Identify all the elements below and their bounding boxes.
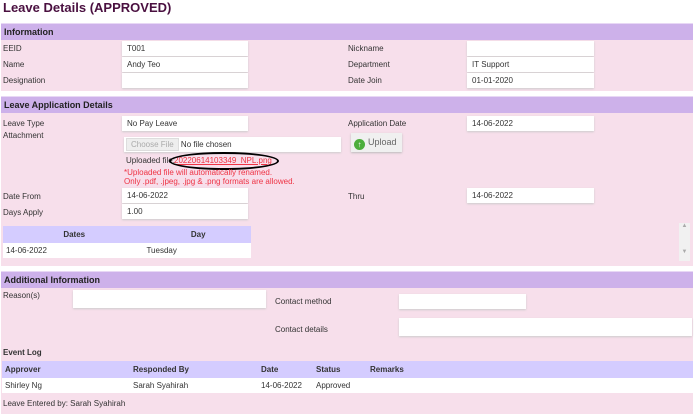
nickname-label: Nickname: [348, 44, 384, 53]
day-header: Day: [143, 226, 251, 243]
date-cell: 14-06-2022: [3, 243, 144, 258]
eeid-field[interactable]: T001: [122, 41, 248, 56]
upload-arrow-icon: ↑: [354, 139, 365, 150]
contact-details-label: Contact details: [275, 325, 328, 334]
table-row: 14-06-2022 Tuesday: [3, 243, 251, 258]
remarks-header: Remarks: [367, 361, 693, 378]
date-join-label: Date Join: [348, 76, 382, 85]
leave-type-field[interactable]: No Pay Leave: [122, 116, 248, 131]
choose-file-button[interactable]: Choose File: [126, 138, 179, 151]
leave-type-label: Leave Type: [3, 119, 45, 128]
application-date-field[interactable]: 14-06-2022: [467, 116, 594, 131]
scrollbar[interactable]: ▲ ▼: [679, 223, 690, 261]
additional-section: Additional Information Reason(s) Contact…: [1, 271, 693, 414]
entered-by: Leave Entered by: Sarah Syahirah: [3, 399, 126, 408]
reasons-field[interactable]: [73, 290, 266, 308]
date-from-label: Date From: [3, 192, 41, 201]
day-cell: Tuesday: [143, 243, 251, 258]
attachment-label: Attachment: [3, 131, 44, 140]
scroll-down-icon[interactable]: ▼: [679, 249, 690, 255]
section-header: Leave Application Details: [1, 96, 693, 113]
thru-field[interactable]: 14-06-2022: [467, 188, 594, 203]
file-input[interactable]: Choose File No file chosen: [124, 137, 341, 152]
dates-header: Dates: [3, 226, 144, 243]
designation-field[interactable]: [122, 73, 248, 88]
department-field[interactable]: IT Support: [467, 57, 594, 72]
date-join-field[interactable]: 01-01-2020: [467, 73, 594, 88]
nickname-field[interactable]: [467, 41, 594, 56]
remarks-cell: [367, 378, 693, 393]
section-header: Additional Information: [1, 271, 693, 288]
status-header: Status: [313, 361, 367, 378]
section-header: Information: [1, 23, 693, 40]
date-header: Date: [258, 361, 313, 378]
thru-label: Thru: [348, 192, 365, 201]
date-from-field[interactable]: 14-06-2022: [122, 188, 248, 203]
name-field[interactable]: Andy Teo: [122, 57, 248, 72]
upload-label: Upload: [368, 137, 397, 147]
no-file-text: No file chosen: [180, 140, 232, 149]
eeid-label: EEID: [3, 44, 22, 53]
status-cell: Approved: [313, 378, 367, 393]
contact-method-label: Contact method: [275, 297, 332, 306]
page-title: Leave Details (APPROVED): [3, 0, 172, 15]
date-cell: 14-06-2022: [258, 378, 313, 393]
responded-by-cell: Sarah Syahirah: [130, 378, 258, 393]
designation-label: Designation: [3, 76, 46, 85]
application-section: Leave Application Details Leave Type No …: [1, 96, 693, 266]
application-date-label: Application Date: [348, 119, 407, 128]
event-log-label: Event Log: [3, 348, 42, 357]
days-apply-label: Days Apply: [3, 208, 44, 217]
dates-table: Dates Day 14-06-2022 Tuesday: [3, 226, 251, 258]
format-note: Only .pdf, .jpeg, .jpg & .png formats ar…: [124, 177, 295, 186]
responded-by-header: Responded By: [130, 361, 258, 378]
uploaded-file-label: Uploaded file:: [126, 156, 175, 165]
approver-cell: Shirley Ng: [2, 378, 130, 393]
event-log-table: Approver Responded By Date Status Remark…: [2, 361, 693, 393]
contact-details-field[interactable]: [399, 318, 692, 336]
contact-method-field[interactable]: [399, 294, 526, 309]
reasons-label: Reason(s): [3, 291, 40, 300]
department-label: Department: [348, 60, 390, 69]
rename-note: *Uploaded file will automatically rename…: [124, 168, 273, 177]
information-section: Information EEID T001 Name Andy Teo Desi…: [1, 23, 693, 91]
table-row: Shirley Ng Sarah Syahirah 14-06-2022 App…: [2, 378, 693, 393]
scroll-up-icon[interactable]: ▲: [679, 223, 690, 229]
upload-button[interactable]: ↑ Upload: [351, 133, 402, 152]
name-label: Name: [3, 60, 25, 69]
approver-header: Approver: [2, 361, 130, 378]
days-apply-field[interactable]: 1.00: [122, 204, 248, 219]
